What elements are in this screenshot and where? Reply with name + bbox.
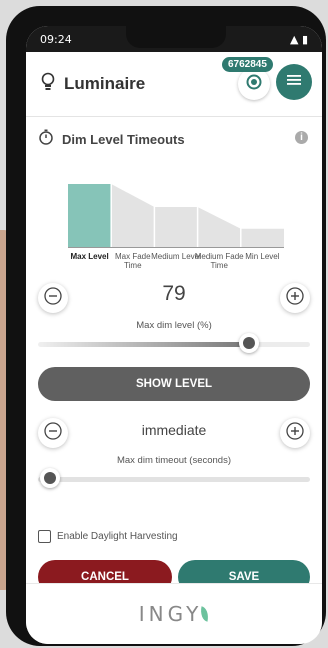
show-level-button[interactable]: SHOW LEVEL [38,367,310,401]
timeline-segment-1[interactable] [111,184,155,248]
status-time: 09:24 [40,32,72,46]
timeline-label-4[interactable]: Min Level [237,252,287,261]
page-title: Luminaire [64,74,146,93]
dim-level-stepper: 79 [26,278,322,318]
timeline-segment-3[interactable] [197,207,241,248]
plus-icon [286,421,304,445]
section-header: Dim Level Timeouts i [26,117,322,156]
dim-timeline-svg [68,156,284,248]
app-screen: 09:24 ▲ ▮ Luminaire 6762845 Dim Level Ti… [26,26,322,644]
timeline-segment-0[interactable] [68,184,112,248]
dim-level-increase-button[interactable] [280,283,310,313]
footer: INGY [26,583,322,644]
dim-timeout-caption: Max dim timeout (seconds) [116,455,232,466]
daylight-harvesting-row[interactable]: Enable Daylight Harvesting [26,526,322,546]
section-title: Dim Level Timeouts [62,132,185,147]
dim-timeout-value: immediate [141,422,207,438]
timeline-segment-2[interactable] [154,207,198,248]
lightbulb-icon [40,72,56,97]
app-header: Luminaire 6762845 [26,52,322,116]
daylight-harvesting-label: Enable Daylight Harvesting [57,530,178,542]
phone-frame: 09:24 ▲ ▮ Luminaire 6762845 Dim Level Ti… [6,6,326,646]
menu-icon [287,73,301,91]
daylight-harvesting-checkbox[interactable] [38,529,51,543]
dim-level-slider-thumb[interactable] [239,333,260,353]
dim-timeline-chart [68,156,284,248]
dim-timeout-slider-thumb[interactable] [40,468,60,488]
target-icon [246,74,262,95]
status-icons: ▲ ▮ [289,32,308,46]
menu-button[interactable] [276,64,312,100]
device-id-badge: 6762845 [222,57,273,72]
dim-timeout-stepper: immediate [26,413,322,453]
locate-button[interactable] [238,68,270,100]
dim-timeout-slider[interactable] [38,466,310,492]
stopwatch-icon [38,129,54,150]
dim-timeout-increase-button[interactable] [280,418,310,448]
ingy-logo: INGY [138,602,203,626]
dim-level-slider[interactable] [38,331,310,357]
info-icon[interactable]: i [295,131,308,144]
camera-notch [126,26,226,48]
dim-timeline-labels: Max Level Max Fade Time Medium Level Medium… [50,248,302,278]
dim-timeout-track [38,477,310,482]
dim-level-caption: Max dim level (%) [136,320,212,331]
timeline-segment-4[interactable] [240,228,284,248]
plus-icon [286,286,304,310]
dim-level-track [38,342,310,347]
dim-level-value: 79 [162,282,186,305]
